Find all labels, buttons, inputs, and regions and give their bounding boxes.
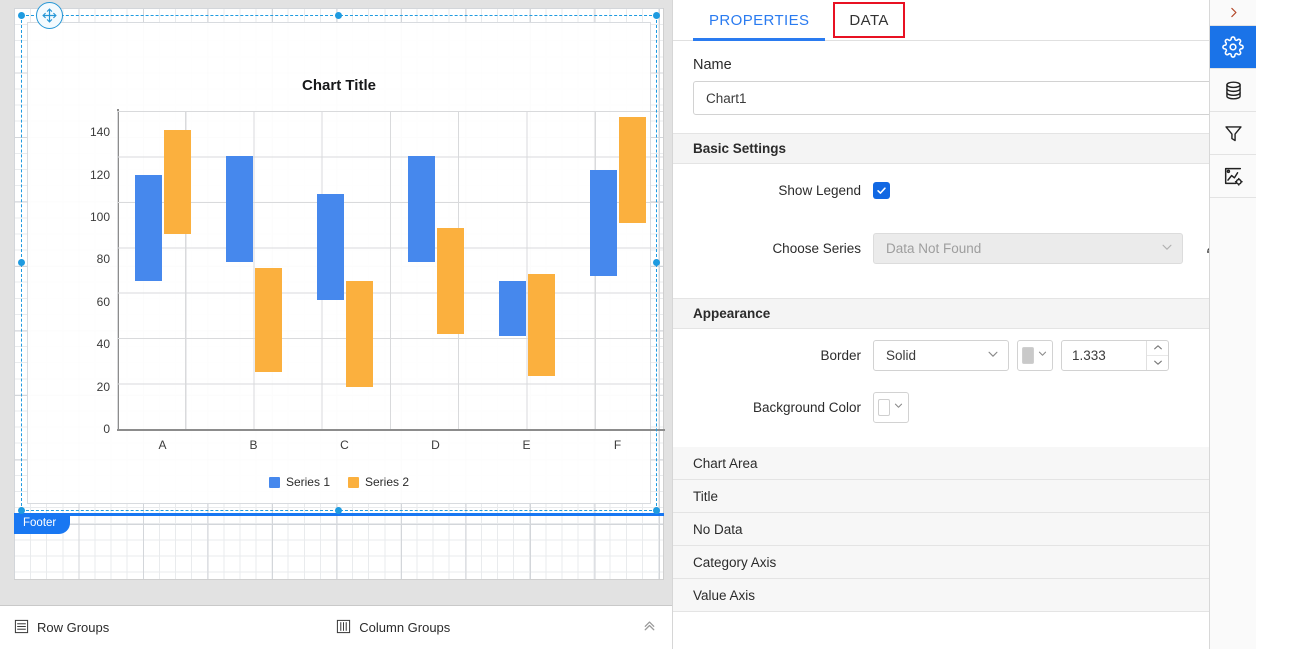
background-color-swatch [878, 399, 890, 416]
panel-tabbar: PROPERTIES DATA [673, 0, 1256, 41]
footer-band-label[interactable]: Footer [14, 513, 70, 534]
resize-handle-bl[interactable] [18, 507, 25, 514]
rail-item-filter-icon[interactable] [1210, 112, 1256, 155]
resize-handle-tl[interactable] [18, 12, 25, 19]
choose-series-select[interactable]: Data Not Found [873, 233, 1183, 264]
section-chart-area[interactable]: Chart Area+ [673, 447, 1256, 480]
report-designer-pane: Footer Chart Title 020406080100120140 AB… [0, 0, 672, 649]
section-basic-settings[interactable]: Basic Settings − [673, 133, 1256, 164]
border-width-input[interactable]: 1.333 [1061, 340, 1169, 371]
border-label: Border [673, 348, 873, 363]
properties-content: Name Chart1 Basic Settings − Show Legend [673, 41, 1256, 649]
rail-item-chart-settings-icon[interactable] [1210, 155, 1256, 198]
resize-handle-tc[interactable] [335, 12, 342, 19]
columns-icon [336, 619, 351, 637]
section-label: No Data [693, 522, 743, 537]
row-border: Border Solid 1.33 [673, 329, 1256, 381]
chevron-down-icon [986, 347, 1000, 364]
groups-toolbar: Row Groups Column Groups [0, 605, 672, 649]
section-basic-settings-label: Basic Settings [693, 141, 786, 156]
chevron-down-icon [893, 398, 904, 416]
chart-selection-outline [21, 15, 657, 511]
stepper-up-icon[interactable] [1147, 341, 1168, 356]
show-legend-label: Show Legend [673, 183, 873, 198]
border-style-value: Solid [886, 348, 916, 363]
column-groups-button[interactable]: Column Groups [336, 619, 450, 637]
tab-properties[interactable]: PROPERTIES [693, 0, 825, 40]
row-groups-button[interactable]: Row Groups [14, 619, 109, 637]
border-color-swatch [1022, 347, 1034, 364]
name-input-value: Chart1 [706, 91, 747, 106]
name-input[interactable]: Chart1 [693, 81, 1246, 115]
chevron-down-icon [1160, 240, 1174, 257]
name-field-label: Name [693, 57, 1256, 73]
properties-panel: PROPERTIES DATA Name Chart1 Basic Settin… [672, 0, 1256, 649]
tab-data[interactable]: DATA [833, 2, 904, 38]
chart-designer-window: Footer Chart Title 020406080100120140 AB… [0, 0, 1302, 649]
rows-icon [14, 619, 29, 637]
column-groups-label: Column Groups [359, 620, 450, 635]
section-label: Chart Area [693, 456, 758, 471]
move-4way-icon[interactable] [36, 2, 63, 29]
border-style-select[interactable]: Solid [873, 340, 1009, 371]
panel-icon-rail [1209, 0, 1256, 649]
resize-handle-mr[interactable] [653, 259, 660, 266]
tab-properties-label: PROPERTIES [709, 12, 809, 29]
resize-handle-tr[interactable] [653, 12, 660, 19]
row-groups-label: Row Groups [37, 620, 109, 635]
section-label: Category Axis [693, 555, 776, 570]
stepper-down-icon[interactable] [1147, 356, 1168, 370]
choose-series-label: Choose Series [673, 241, 873, 256]
border-width-stepper[interactable] [1146, 341, 1168, 370]
section-value-axis[interactable]: Value Axis+ [673, 579, 1256, 612]
rail-item-gear-icon[interactable] [1210, 26, 1256, 69]
section-appearance-label: Appearance [693, 306, 770, 321]
background-color-label: Background Color [673, 400, 873, 415]
resize-handle-br[interactable] [653, 507, 660, 514]
show-legend-checkbox[interactable] [873, 182, 890, 199]
chevron-right-icon[interactable] [1210, 0, 1256, 26]
section-label: Value Axis [693, 588, 755, 603]
border-width-value: 1.333 [1072, 348, 1106, 363]
rail-item-database-icon[interactable] [1210, 69, 1256, 112]
section-no-data[interactable]: No Data+ [673, 513, 1256, 546]
section-label: Title [693, 489, 718, 504]
collapsed-sections-list: Chart Area+Title+No Data+Category Axis+V… [673, 447, 1256, 612]
border-color-picker[interactable] [1017, 340, 1053, 371]
choose-series-placeholder: Data Not Found [886, 241, 981, 256]
section-category-axis[interactable]: Category Axis+ [673, 546, 1256, 579]
chevron-down-icon [1037, 346, 1048, 364]
row-show-legend: Show Legend [673, 164, 1256, 216]
design-canvas[interactable]: Footer Chart Title 020406080100120140 AB… [0, 0, 672, 605]
row-background-color: Background Color [673, 381, 1256, 433]
background-color-picker[interactable] [873, 392, 909, 423]
tab-data-label: DATA [849, 12, 888, 29]
row-choose-series: Choose Series Data Not Found [673, 216, 1256, 280]
resize-handle-bc[interactable] [335, 507, 342, 514]
section-title[interactable]: Title+ [673, 480, 1256, 513]
resize-handle-ml[interactable] [18, 259, 25, 266]
chevron-double-up-icon[interactable] [641, 617, 658, 639]
section-appearance[interactable]: Appearance − [673, 298, 1256, 329]
